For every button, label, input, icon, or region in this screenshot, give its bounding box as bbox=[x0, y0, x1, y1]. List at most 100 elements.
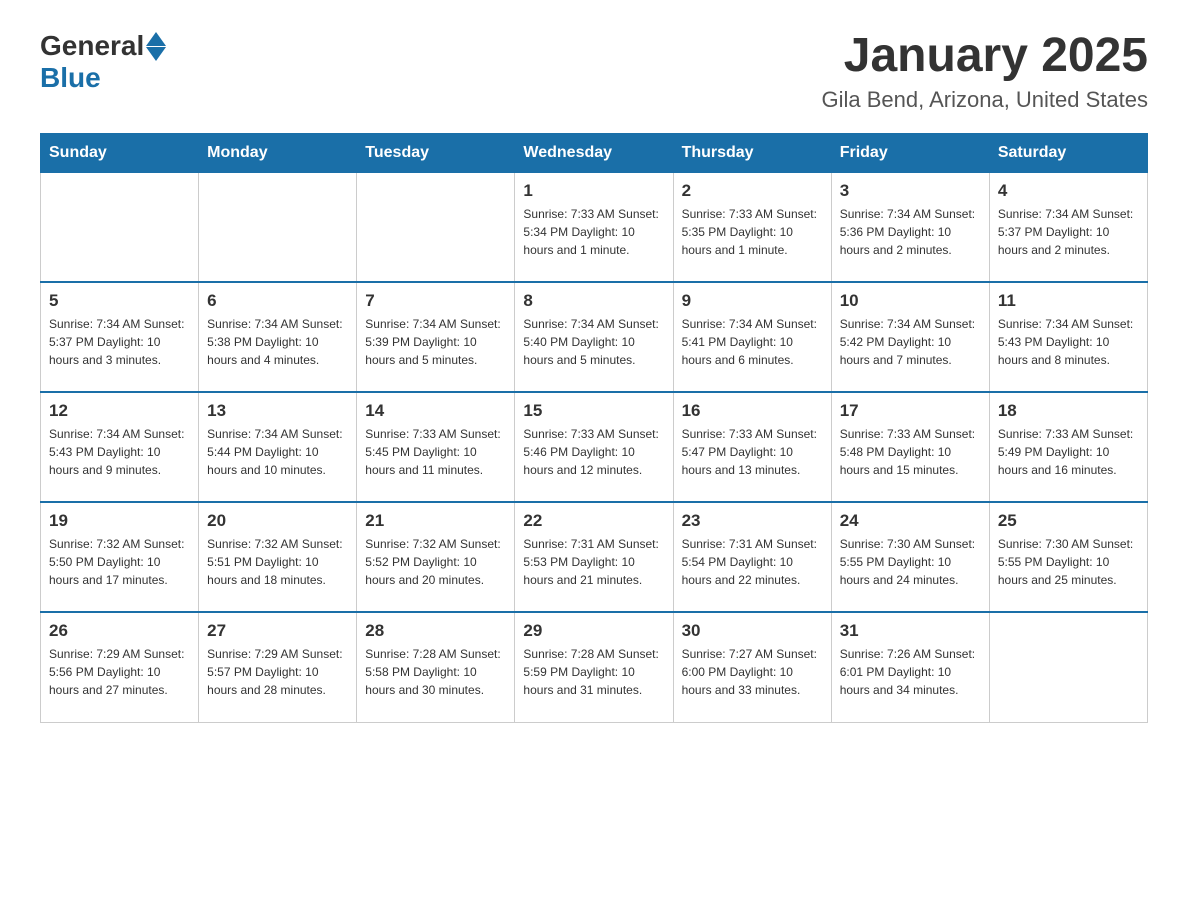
day-number: 21 bbox=[365, 511, 506, 531]
calendar-cell: 30 Sunrise: 7:27 AM Sunset: 6:00 PM Dayli… bbox=[673, 612, 831, 722]
day-info: Sunrise: 7:33 AM Sunset: 5:34 PM Dayligh… bbox=[523, 205, 664, 259]
day-number: 31 bbox=[840, 621, 981, 641]
calendar-cell: 7Sunrise: 7:34 AM Sunset: 5:39 PM Daylig… bbox=[357, 282, 515, 392]
calendar-cell: 21 Sunrise: 7:32 AM Sunset: 5:52 PM Dayli… bbox=[357, 502, 515, 612]
calendar-cell: 4 Sunrise: 7:34 AM Sunset: 5:37 PM Daylig… bbox=[989, 172, 1147, 282]
calendar-title: January 2025 bbox=[821, 30, 1148, 83]
calendar-cell: 25Sunrise: 7:30 AM Sunset: 5:55 PM Dayli… bbox=[989, 502, 1147, 612]
day-info: Sunrise: 7:34 AM Sunset: 5:38 PM Dayligh… bbox=[207, 315, 348, 369]
calendar-cell: 29Sunrise: 7:28 AM Sunset: 5:59 PM Dayli… bbox=[515, 612, 673, 722]
day-number: 20 bbox=[207, 511, 348, 531]
calendar-cell: 17 Sunrise: 7:33 AM Sunset: 5:48 PM Dayli… bbox=[831, 392, 989, 502]
calendar-cell: 24 Sunrise: 7:30 AM Sunset: 5:55 PM Dayli… bbox=[831, 502, 989, 612]
day-info: Sunrise: 7:33 AM Sunset: 5:49 PM Dayligh… bbox=[998, 425, 1139, 479]
day-number: 16 bbox=[682, 401, 823, 421]
day-number: 26 bbox=[49, 621, 190, 641]
day-info: Sunrise: 7:27 AM Sunset: 6:00 PM Dayligh… bbox=[682, 645, 823, 699]
calendar-cell bbox=[41, 172, 199, 282]
day-number: 13 bbox=[207, 401, 348, 421]
day-info: Sunrise: 7:34 AM Sunset: 5:36 PM Dayligh… bbox=[840, 205, 981, 259]
day-of-week-header: Tuesday bbox=[357, 133, 515, 172]
day-number: 10 bbox=[840, 291, 981, 311]
day-info: Sunrise: 7:34 AM Sunset: 5:43 PM Dayligh… bbox=[49, 425, 190, 479]
calendar-table: SundayMondayTuesdayWednesdayThursdayFrid… bbox=[40, 133, 1148, 723]
day-of-week-header: Monday bbox=[199, 133, 357, 172]
calendar-cell: 11Sunrise: 7:34 AM Sunset: 5:43 PM Dayli… bbox=[989, 282, 1147, 392]
calendar-subtitle: Gila Bend, Arizona, United States bbox=[821, 87, 1148, 113]
day-number: 28 bbox=[365, 621, 506, 641]
day-of-week-header: Thursday bbox=[673, 133, 831, 172]
calendar-cell: 8 Sunrise: 7:34 AM Sunset: 5:40 PM Daylig… bbox=[515, 282, 673, 392]
calendar-week-row: 26 Sunrise: 7:29 AM Sunset: 5:56 PM Dayli… bbox=[41, 612, 1148, 722]
day-info: Sunrise: 7:30 AM Sunset: 5:55 PM Dayligh… bbox=[840, 535, 981, 589]
day-number: 22 bbox=[523, 511, 664, 531]
day-info: Sunrise: 7:29 AM Sunset: 5:57 PM Dayligh… bbox=[207, 645, 348, 699]
day-of-week-header: Friday bbox=[831, 133, 989, 172]
calendar-cell: 27 Sunrise: 7:29 AM Sunset: 5:57 PM Dayli… bbox=[199, 612, 357, 722]
day-number: 29 bbox=[523, 621, 664, 641]
calendar-cell: 16Sunrise: 7:33 AM Sunset: 5:47 PM Dayli… bbox=[673, 392, 831, 502]
day-number: 8 bbox=[523, 291, 664, 311]
day-info: Sunrise: 7:34 AM Sunset: 5:37 PM Dayligh… bbox=[998, 205, 1139, 259]
day-info: Sunrise: 7:32 AM Sunset: 5:52 PM Dayligh… bbox=[365, 535, 506, 589]
day-number: 24 bbox=[840, 511, 981, 531]
day-info: Sunrise: 7:33 AM Sunset: 5:46 PM Dayligh… bbox=[523, 425, 664, 479]
day-number: 14 bbox=[365, 401, 506, 421]
day-info: Sunrise: 7:31 AM Sunset: 5:54 PM Dayligh… bbox=[682, 535, 823, 589]
day-info: Sunrise: 7:34 AM Sunset: 5:43 PM Dayligh… bbox=[998, 315, 1139, 369]
day-info: Sunrise: 7:33 AM Sunset: 5:35 PM Dayligh… bbox=[682, 205, 823, 259]
day-info: Sunrise: 7:33 AM Sunset: 5:48 PM Dayligh… bbox=[840, 425, 981, 479]
calendar-week-row: 1 Sunrise: 7:33 AM Sunset: 5:34 PM Daylig… bbox=[41, 172, 1148, 282]
day-info: Sunrise: 7:34 AM Sunset: 5:42 PM Dayligh… bbox=[840, 315, 981, 369]
day-number: 17 bbox=[840, 401, 981, 421]
day-number: 6 bbox=[207, 291, 348, 311]
calendar-header-row: SundayMondayTuesdayWednesdayThursdayFrid… bbox=[41, 133, 1148, 172]
calendar-cell: 26 Sunrise: 7:29 AM Sunset: 5:56 PM Dayli… bbox=[41, 612, 199, 722]
day-number: 15 bbox=[523, 401, 664, 421]
page-header: General Blue January 2025 Gila Bend, Ari… bbox=[40, 30, 1148, 113]
calendar-cell: 12 Sunrise: 7:34 AM Sunset: 5:43 PM Dayli… bbox=[41, 392, 199, 502]
day-number: 30 bbox=[682, 621, 823, 641]
calendar-cell: 2 Sunrise: 7:33 AM Sunset: 5:35 PM Daylig… bbox=[673, 172, 831, 282]
day-info: Sunrise: 7:26 AM Sunset: 6:01 PM Dayligh… bbox=[840, 645, 981, 699]
day-number: 23 bbox=[682, 511, 823, 531]
day-info: Sunrise: 7:33 AM Sunset: 5:45 PM Dayligh… bbox=[365, 425, 506, 479]
day-number: 2 bbox=[682, 181, 823, 201]
calendar-cell: 3 Sunrise: 7:34 AM Sunset: 5:36 PM Daylig… bbox=[831, 172, 989, 282]
day-of-week-header: Sunday bbox=[41, 133, 199, 172]
day-number: 4 bbox=[998, 181, 1139, 201]
day-number: 27 bbox=[207, 621, 348, 641]
day-of-week-header: Wednesday bbox=[515, 133, 673, 172]
day-number: 19 bbox=[49, 511, 190, 531]
calendar-cell: 31 Sunrise: 7:26 AM Sunset: 6:01 PM Dayli… bbox=[831, 612, 989, 722]
calendar-cell: 22 Sunrise: 7:31 AM Sunset: 5:53 PM Dayli… bbox=[515, 502, 673, 612]
calendar-week-row: 19 Sunrise: 7:32 AM Sunset: 5:50 PM Dayli… bbox=[41, 502, 1148, 612]
calendar-cell: 10 Sunrise: 7:34 AM Sunset: 5:42 PM Dayli… bbox=[831, 282, 989, 392]
calendar-cell: 18 Sunrise: 7:33 AM Sunset: 5:49 PM Dayli… bbox=[989, 392, 1147, 502]
day-number: 5 bbox=[49, 291, 190, 311]
calendar-cell: 23 Sunrise: 7:31 AM Sunset: 5:54 PM Dayli… bbox=[673, 502, 831, 612]
calendar-cell bbox=[199, 172, 357, 282]
calendar-cell: 1 Sunrise: 7:33 AM Sunset: 5:34 PM Daylig… bbox=[515, 172, 673, 282]
day-info: Sunrise: 7:29 AM Sunset: 5:56 PM Dayligh… bbox=[49, 645, 190, 699]
title-block: January 2025 Gila Bend, Arizona, United … bbox=[821, 30, 1148, 113]
day-info: Sunrise: 7:34 AM Sunset: 5:37 PM Dayligh… bbox=[49, 315, 190, 369]
calendar-week-row: 12 Sunrise: 7:34 AM Sunset: 5:43 PM Dayli… bbox=[41, 392, 1148, 502]
day-number: 9 bbox=[682, 291, 823, 311]
day-number: 3 bbox=[840, 181, 981, 201]
day-info: Sunrise: 7:31 AM Sunset: 5:53 PM Dayligh… bbox=[523, 535, 664, 589]
calendar-cell: 6 Sunrise: 7:34 AM Sunset: 5:38 PM Daylig… bbox=[199, 282, 357, 392]
day-info: Sunrise: 7:34 AM Sunset: 5:39 PM Dayligh… bbox=[365, 315, 506, 369]
day-number: 12 bbox=[49, 401, 190, 421]
calendar-cell: 14 Sunrise: 7:33 AM Sunset: 5:45 PM Dayli… bbox=[357, 392, 515, 502]
day-info: Sunrise: 7:34 AM Sunset: 5:40 PM Dayligh… bbox=[523, 315, 664, 369]
day-of-week-header: Saturday bbox=[989, 133, 1147, 172]
day-info: Sunrise: 7:32 AM Sunset: 5:50 PM Dayligh… bbox=[49, 535, 190, 589]
day-info: Sunrise: 7:28 AM Sunset: 5:58 PM Dayligh… bbox=[365, 645, 506, 699]
logo-general-text: General bbox=[40, 30, 144, 62]
day-number: 1 bbox=[523, 181, 664, 201]
calendar-cell bbox=[989, 612, 1147, 722]
calendar-cell: 28 Sunrise: 7:28 AM Sunset: 5:58 PM Dayli… bbox=[357, 612, 515, 722]
day-number: 18 bbox=[998, 401, 1139, 421]
calendar-cell: 15 Sunrise: 7:33 AM Sunset: 5:46 PM Dayli… bbox=[515, 392, 673, 502]
